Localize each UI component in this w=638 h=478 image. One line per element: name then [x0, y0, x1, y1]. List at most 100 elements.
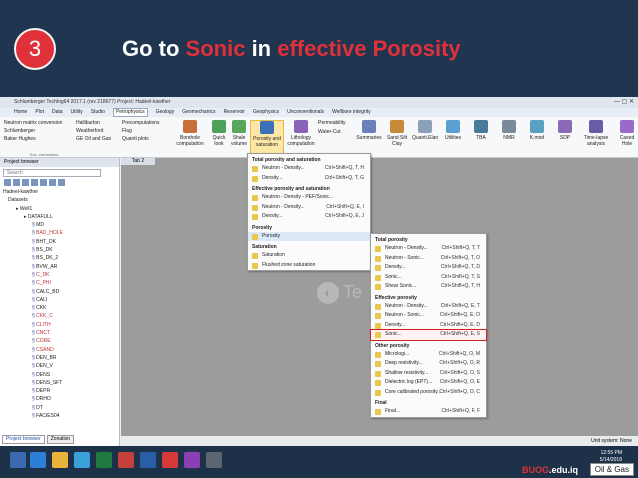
tree-item[interactable]: § DENS [0, 371, 119, 379]
tree-item[interactable]: § C_PHI [0, 279, 119, 287]
borehole-computation-button[interactable]: Borehole computation [172, 120, 208, 147]
menu-item[interactable]: Sonic... Ctrl+Shift+Q, E, S [370, 329, 487, 341]
tree-item[interactable]: § BHT_DK [0, 238, 119, 246]
menu-home[interactable]: Home [14, 108, 27, 117]
tree-item[interactable]: § C_DK [0, 271, 119, 279]
app-icon[interactable] [184, 452, 200, 468]
ribbon-item[interactable]: Halliburton [76, 119, 111, 127]
toolbar-icon[interactable] [4, 179, 11, 186]
ribbon-button-cased-hole[interactable]: Cased Hole [614, 120, 638, 147]
ribbon-button-tba[interactable]: TBA [468, 120, 494, 141]
toolbar-icon[interactable] [49, 179, 56, 186]
menu-petrophysics[interactable]: Petrophysics [112, 108, 148, 117]
tree-item[interactable]: § CORE [0, 337, 119, 345]
tree-item[interactable]: § CKK [0, 304, 119, 312]
quick-look-button[interactable]: Quick look [208, 120, 230, 147]
tree-item[interactable]: § DRHO [0, 395, 119, 403]
menu-item[interactable]: Neutron - Sonic... Ctrl+Shift+Q, T, O [371, 254, 486, 264]
toolbar-icon[interactable] [31, 179, 38, 186]
menu-item[interactable]: Density... Ctrl+Shift+Q, T, D [371, 263, 486, 273]
menu-item[interactable]: Neutron - Sonic... Ctrl+Shift+Q, E, O [371, 311, 486, 321]
menu-item[interactable]: Shallow resistivity... Ctrl+Shift+Q, O, S [371, 369, 486, 379]
menu-item[interactable]: Deep resistivity... Ctrl+Shift+Q, O, R [371, 359, 486, 369]
tree-item[interactable]: § CALI [0, 296, 119, 304]
menu-item[interactable]: Neutron - Density... Ctrl+Shift+Q, T, T [371, 244, 486, 254]
ribbon-item[interactable]: Neutron matrix conversion [4, 119, 62, 127]
menu-item[interactable]: Porosity [248, 231, 370, 241]
word-icon[interactable] [140, 452, 156, 468]
menu-item[interactable]: Shear Sonic... Ctrl+Shift+Q, T, H [371, 282, 486, 292]
tree-item[interactable]: § BVW_AR [0, 263, 119, 271]
menu-reservoir[interactable]: Reservoir [224, 108, 245, 117]
ribbon-item[interactable]: Quanti plots [122, 135, 160, 143]
tree-item[interactable]: § CSAND [0, 346, 119, 354]
ribbon-item[interactable]: GE Oil and Gas [76, 135, 111, 143]
toolbar-icon[interactable] [22, 179, 29, 186]
ribbon-item[interactable]: Flag [122, 127, 160, 135]
tree-item[interactable]: § DENS_SFT [0, 379, 119, 387]
app-icon[interactable] [206, 452, 222, 468]
start-icon[interactable] [10, 452, 26, 468]
menu-item[interactable]: Core calibrated porosity... Ctrl+Shift+Q,… [371, 388, 486, 398]
tree-item[interactable]: § DEN_BR [0, 354, 119, 362]
app-icon[interactable] [74, 452, 90, 468]
menu-plot[interactable]: Plot [35, 108, 44, 117]
ie-icon[interactable] [30, 452, 46, 468]
ribbon-item[interactable]: Weatherford [76, 127, 111, 135]
menu-item[interactable]: Final... Ctrl+Shift+Q, F, F [371, 407, 486, 417]
toolbar-icon[interactable] [58, 179, 65, 186]
tree-item[interactable]: § BS_DK_2 [0, 254, 119, 262]
powerpoint-icon[interactable] [118, 452, 134, 468]
menu-wellbore-integrity[interactable]: Wellbore integrity [332, 108, 371, 117]
ribbon-button-quanti-elan[interactable]: Quanti.Elan [412, 120, 438, 141]
toolbar-icon[interactable] [40, 179, 47, 186]
tree-item[interactable]: § DEN_V [0, 362, 119, 370]
window-controls[interactable]: — ▢ ✕ [614, 97, 634, 108]
menu-studio[interactable]: Studio [91, 108, 105, 117]
menu-unconventionals[interactable]: Unconventionals [287, 108, 324, 117]
menu-data[interactable]: Data [52, 108, 63, 117]
lithology-computation-button[interactable]: Lithology computation [284, 120, 318, 147]
tree-item[interactable]: § DT [0, 404, 119, 412]
menu-item[interactable]: Density... Ctrl+Shift+Q, E, J [248, 212, 370, 222]
menu-utility[interactable]: Utility [71, 108, 83, 117]
menu-item[interactable]: Dielectric log (EPT)... Ctrl+Shift+Q, O, … [371, 378, 486, 388]
excel-icon[interactable] [96, 452, 112, 468]
ribbon-button-k-mod[interactable]: K.mod [524, 120, 550, 141]
menu-geomechanics[interactable]: Geomechanics [182, 108, 215, 117]
tree-item[interactable]: § BAD_HOLE [0, 229, 119, 237]
tree-item[interactable]: § BS_DK [0, 246, 119, 254]
water-cut-item[interactable]: Water-Cut [318, 128, 346, 137]
tree-item[interactable]: § MD [0, 221, 119, 229]
browser-search-input[interactable]: Search [3, 169, 101, 177]
ribbon-item[interactable]: Precomputations [122, 119, 160, 127]
ribbon-item[interactable]: Schlumberger [4, 127, 62, 135]
tree-item[interactable]: ▸ Well1 [0, 205, 119, 213]
ribbon-button-utilities[interactable]: Utilities [440, 120, 466, 141]
tab-zonation[interactable]: Zonation [46, 435, 75, 444]
ribbon-button-nmr[interactable]: NMR [496, 120, 522, 141]
tree-item[interactable]: Datasets [0, 196, 119, 204]
menu-item[interactable]: Neutron - Density... Ctrl+Shift+Q, T, H [248, 164, 370, 174]
menu-item[interactable]: Density... Ctrl+Shift+Q, E, D [371, 321, 486, 331]
explorer-icon[interactable] [52, 452, 68, 468]
menu-item[interactable]: Neutron - Density... Ctrl+Shift+Q, E, I [248, 203, 370, 213]
tree-item[interactable]: § CNCT [0, 329, 119, 337]
menu-item[interactable]: Flushed zone saturation [248, 261, 370, 271]
workspace-tab[interactable]: Tab 2 [121, 158, 155, 165]
ribbon-button-time-lapse-analysis[interactable]: Time-lapse analysis [580, 120, 612, 147]
toolbar-icon[interactable] [13, 179, 20, 186]
tree-item[interactable]: Hadeel-kawther [0, 188, 119, 196]
menu-item[interactable]: Density... Ctrl+Shift+Q, T, G [248, 174, 370, 184]
menu-item[interactable]: Micrologi... Ctrl+Shift+Q, O, M [371, 350, 486, 360]
ribbon-item[interactable]: Baker Hughes [4, 135, 62, 143]
menu-item[interactable]: Neutron - Density - PEF/Sonic... [248, 193, 370, 203]
tree-item[interactable]: § CALC_BD [0, 288, 119, 296]
porosity-saturation-button[interactable]: Porosity and saturation [250, 120, 284, 156]
tree-item[interactable]: ▸ DATAFULL [0, 213, 119, 221]
ribbon-button-sand-silt-clay[interactable]: Sand Silt Clay [384, 120, 410, 147]
shale-volume-button[interactable]: Shale volume [228, 120, 250, 147]
ribbon-button-sdp[interactable]: SDP [552, 120, 578, 141]
tree-item[interactable]: § DEPR [0, 387, 119, 395]
tree-item[interactable]: § FACIES04 [0, 412, 119, 420]
